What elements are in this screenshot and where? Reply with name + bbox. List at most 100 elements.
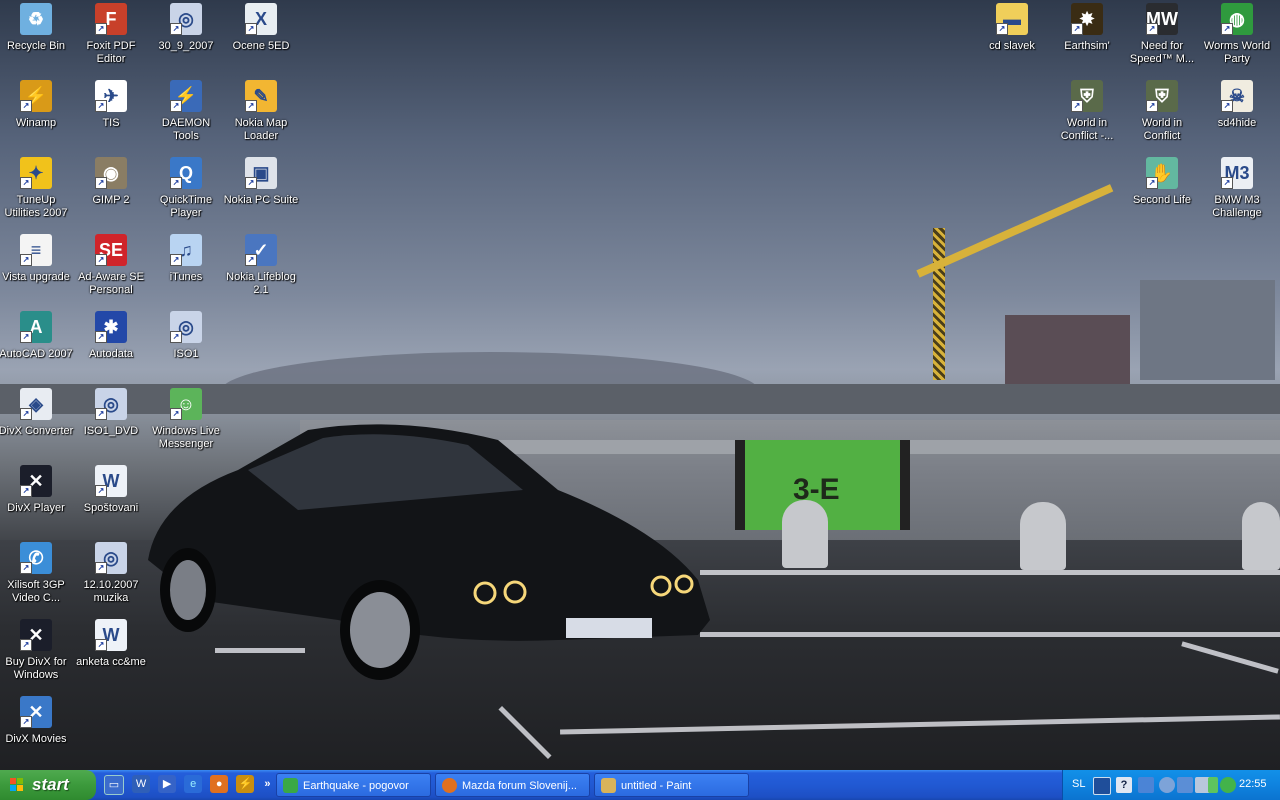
desktop-icon[interactable]: ≡ ↗ Vista upgrade	[0, 234, 74, 284]
desktop-icon-label: ISO1_DVD	[83, 425, 139, 437]
desktop-icon-label: TIS	[102, 117, 120, 129]
desktop-icon[interactable]: ◎ ↗ 30_9_2007	[148, 3, 224, 53]
desktop-icon-label: iTunes	[169, 271, 203, 283]
media-player-icon[interactable]: ▶	[158, 775, 177, 793]
parking-line	[700, 632, 1280, 637]
icon-glyph: ♻	[27, 9, 45, 29]
disc-image-icon: ◎ ↗	[170, 311, 202, 343]
desktop-icon[interactable]: Q ↗ QuickTime Player	[148, 157, 224, 220]
desktop-icon[interactable]: ✓ ↗ Nokia Lifeblog 2.1	[223, 234, 299, 297]
shortcut-arrow-icon: ↗	[245, 23, 257, 35]
desktop-icon[interactable]: ☺ ↗ Windows Live Messenger	[148, 388, 224, 451]
desktop-icon[interactable]: ◈ ↗ DivX Converter	[0, 388, 74, 438]
xilisoft-icon: ✆ ↗	[20, 542, 52, 574]
desktop-icon-label: Need for Speed™ M...	[1129, 40, 1195, 65]
desktop-icon-label: AutoCAD 2007	[0, 348, 73, 360]
gimp-icon: ◉ ↗	[95, 157, 127, 189]
desktop-icon-label: Earthsim'	[1064, 40, 1110, 52]
desktop-icon[interactable]: F ↗ Foxit PDF Editor	[73, 3, 149, 66]
desktop-icon[interactable]: ◎ ↗ ISO1_DVD	[73, 388, 149, 438]
shortcut-arrow-icon: ↗	[1146, 23, 1158, 35]
desktop-icon-label: Worms World Party	[1203, 40, 1271, 65]
shortcut-arrow-icon: ↗	[95, 177, 107, 189]
network-icon[interactable]	[1093, 777, 1111, 795]
taskbar-window-button[interactable]: Mazda forum Slovenij...	[435, 773, 590, 797]
winamp-icon[interactable]: ⚡	[236, 775, 255, 793]
desktop-icon[interactable]: W ↗ anketa cc&me	[73, 619, 149, 669]
ie-icon[interactable]: e	[184, 775, 203, 793]
word-file-icon: W ↗	[95, 465, 127, 497]
recycle-bin-icon: ♻	[20, 3, 52, 35]
desktop-icon[interactable]: ✸ ↗ Earthsim'	[1049, 3, 1125, 53]
shortcut-arrow-icon: ↗	[1221, 100, 1233, 112]
wallpaper-bollard	[782, 500, 828, 568]
desktop-icon[interactable]: ◉ ↗ GIMP 2	[73, 157, 149, 207]
desktop-icon-label: DAEMON Tools	[161, 117, 211, 142]
bmw-m3-icon: M3 ↗	[1221, 157, 1253, 189]
desktop-icon[interactable]: ◎ ↗ ISO1	[148, 311, 224, 361]
show-desktop-icon[interactable]: ▭	[104, 775, 124, 795]
desktop-icon[interactable]: SE ↗ Ad-Aware SE Personal	[73, 234, 149, 297]
desktop-icon-label: GIMP 2	[92, 194, 130, 206]
wallpaper-bollard	[1242, 502, 1280, 570]
shortcut-arrow-icon: ↗	[170, 177, 182, 189]
shortcut-arrow-icon: ↗	[95, 562, 107, 574]
taskbar: start ▭ W ▶ e ● ⚡ » Earthquake - pogovor…	[0, 770, 1280, 800]
paint-icon	[601, 778, 616, 793]
firefox-icon[interactable]: ●	[210, 775, 229, 793]
shortcut-arrow-icon: ↗	[95, 639, 107, 651]
desktop-icon[interactable]: ✋ ↗ Second Life	[1124, 157, 1200, 207]
desktop-icon-label: cd slavek	[989, 40, 1035, 52]
nokia-map-icon: ✎ ↗	[245, 80, 277, 112]
desktop-icon[interactable]: ♻ Recycle Bin	[0, 3, 74, 53]
help-icon[interactable]: ?	[1116, 777, 1132, 793]
back-arrow-icon[interactable]	[1159, 777, 1175, 793]
desktop-icon[interactable]: ✦ ↗ TuneUp Utilities 2007	[0, 157, 74, 220]
desktop-icon[interactable]: ⚡ ↗ DAEMON Tools	[148, 80, 224, 143]
desktop-icon[interactable]: ✆ ↗ Xilisoft 3GP Video C...	[0, 542, 74, 605]
desktop-icon[interactable]: MW ↗ Need for Speed™ M...	[1124, 3, 1200, 66]
shortcut-arrow-icon: ↗	[1146, 177, 1158, 189]
safely-remove-icon[interactable]	[1138, 777, 1154, 793]
daemon-tools-icon: ⚡ ↗	[170, 80, 202, 112]
desktop-icon-label: TuneUp Utilities 2007	[4, 194, 68, 219]
desktop-icon[interactable]: X ↗ Ocene 5ED	[223, 3, 299, 53]
messenger-icon[interactable]	[1220, 777, 1236, 793]
desktop-icon[interactable]: ♫ ↗ iTunes	[148, 234, 224, 284]
messenger-icon: ☺ ↗	[170, 388, 202, 420]
desktop-icon[interactable]: ⚡ ↗ Winamp	[0, 80, 74, 130]
taskbar-window-button[interactable]: Earthquake - pogovor	[276, 773, 431, 797]
desktop-icon[interactable]: A ↗ AutoCAD 2007	[0, 311, 74, 361]
battery-icon[interactable]	[1208, 777, 1218, 793]
language-indicator[interactable]: SL	[1072, 778, 1085, 790]
desktop-icon-label: Foxit PDF Editor	[86, 40, 136, 65]
desktop-icon[interactable]: ✕ ↗ Buy DivX for Windows	[0, 619, 74, 682]
desktop-icon-label: ISO1	[173, 348, 199, 360]
desktop-icon[interactable]: ▣ ↗ Nokia PC Suite	[223, 157, 299, 207]
desktop-icon[interactable]: ⛨ ↗ World in Conflict -...	[1049, 80, 1125, 143]
clock[interactable]: 22:55	[1239, 778, 1267, 790]
desktop-icon[interactable]: M3 ↗ BMW M3 Challenge	[1199, 157, 1275, 220]
shortcut-arrow-icon: ↗	[245, 254, 257, 266]
shortcut-arrow-icon: ↗	[95, 331, 107, 343]
desktop-icon[interactable]: W ↗ Spoštovani	[73, 465, 149, 515]
monitor-icon[interactable]	[1177, 777, 1193, 793]
desktop-icon[interactable]: ✕ ↗ DivX Movies	[0, 696, 74, 746]
desktop-icon[interactable]: ✎ ↗ Nokia Map Loader	[223, 80, 299, 143]
desktop-icon[interactable]: ☠ ↗ sd4hide	[1199, 80, 1275, 130]
desktop-icon[interactable]: ◎ ↗ 12.10.2007 muzika	[73, 542, 149, 605]
shortcut-arrow-icon: ↗	[95, 100, 107, 112]
desktop-icon[interactable]: ◍ ↗ Worms World Party	[1199, 3, 1275, 66]
quick-launch-more-button[interactable]: »	[262, 775, 272, 793]
shortcut-arrow-icon: ↗	[20, 716, 32, 728]
taskbar-window-button[interactable]: untitled - Paint	[594, 773, 749, 797]
desktop-icon[interactable]: ▬ ↗ cd slavek	[974, 3, 1050, 53]
desktop-icon[interactable]: ✱ ↗ Autodata	[73, 311, 149, 361]
shortcut-arrow-icon: ↗	[20, 562, 32, 574]
desktop-icon[interactable]: ✈ ↗ TIS	[73, 80, 149, 130]
word-icon[interactable]: W	[132, 775, 151, 793]
desktop-icon[interactable]: ⛨ ↗ World in Conflict	[1124, 80, 1200, 143]
desktop-icon-label: 30_9_2007	[158, 40, 214, 52]
start-button[interactable]: start	[0, 770, 96, 800]
desktop-icon[interactable]: ✕ ↗ DivX Player	[0, 465, 74, 515]
